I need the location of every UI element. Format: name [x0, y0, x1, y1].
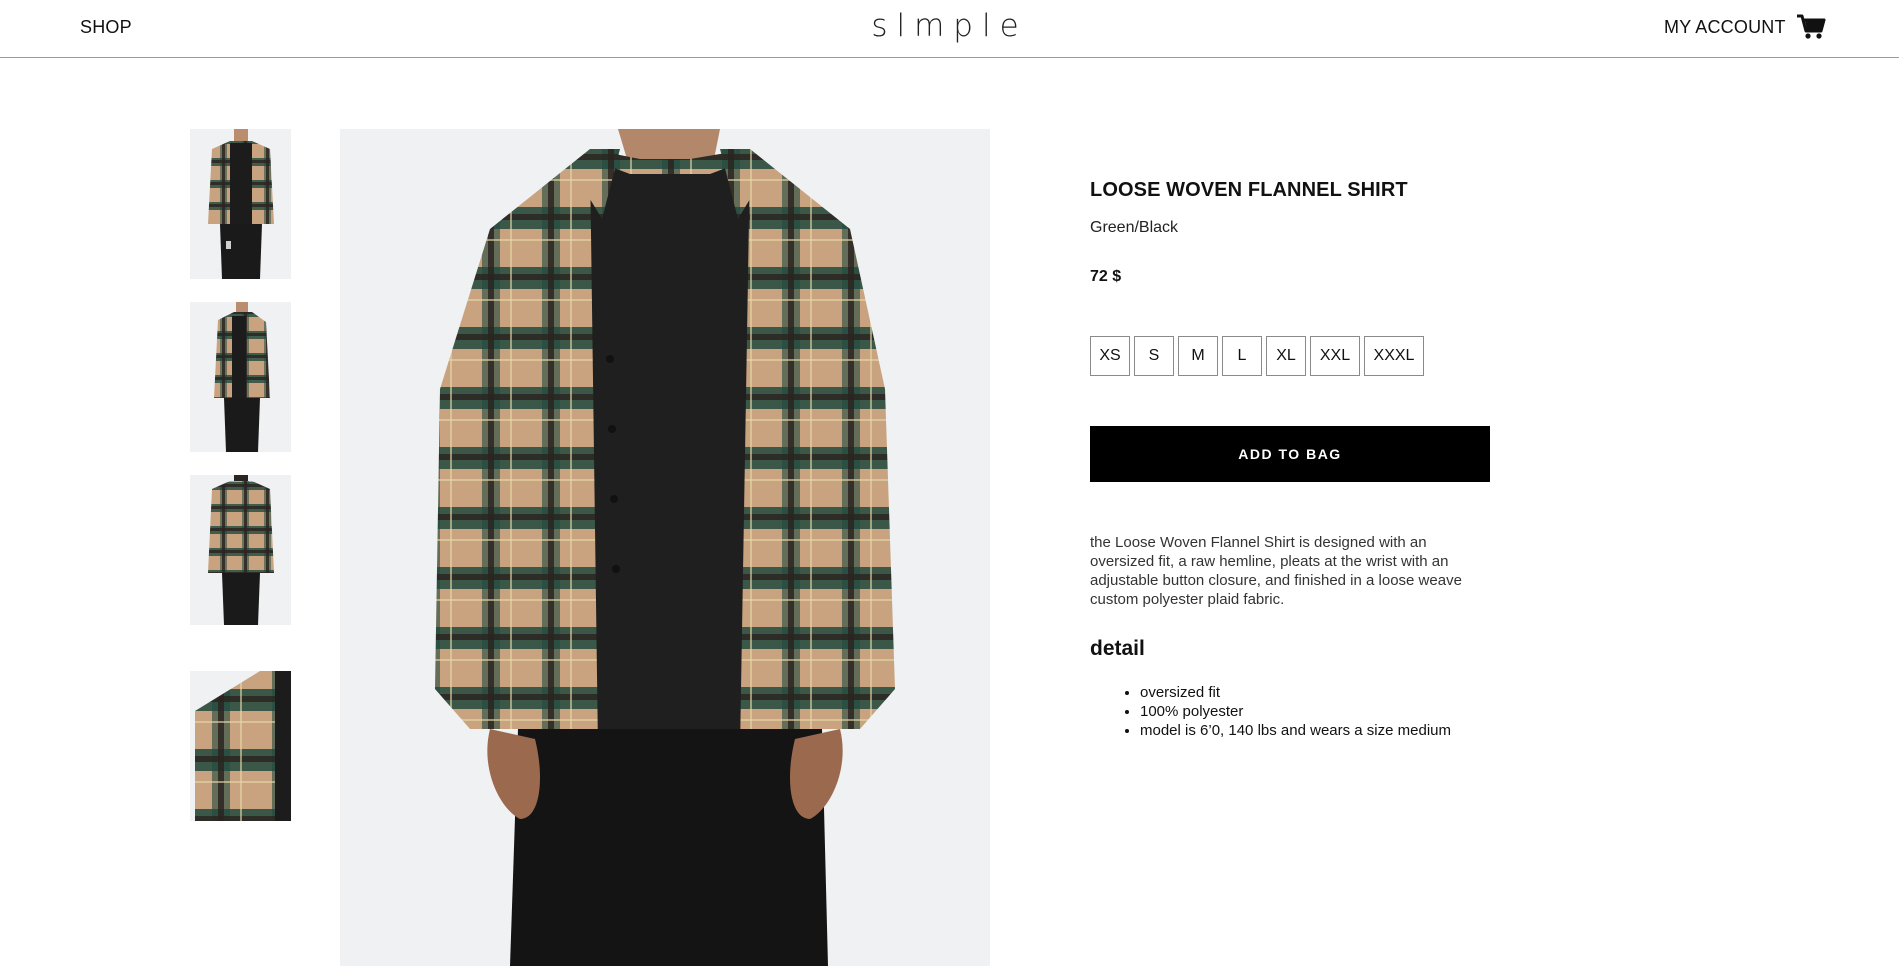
- product-description: the Loose Woven Flannel Shirt is designe…: [1090, 534, 1462, 608]
- site-header: SHOP slmple MY ACCOUNT: [0, 0, 1899, 58]
- detail-list: oversized fit 100% polyester model is 6’…: [1140, 683, 1451, 740]
- size-option-s[interactable]: S: [1134, 336, 1174, 376]
- shopping-cart-icon[interactable]: [1796, 13, 1826, 41]
- thumbnail-back[interactable]: [190, 475, 291, 625]
- main-product-image: [340, 129, 990, 966]
- site-logo[interactable]: slmple: [0, 8, 1899, 44]
- detail-heading: detail: [1090, 637, 1145, 660]
- product-color: Green/Black: [1090, 219, 1179, 236]
- detail-item: model is 6’0, 140 lbs and wears a size m…: [1140, 721, 1451, 740]
- thumbnail-side[interactable]: [190, 302, 291, 452]
- product-price: 72 $: [1090, 268, 1122, 285]
- size-option-xs[interactable]: XS: [1090, 336, 1130, 376]
- size-option-xl[interactable]: XL: [1266, 336, 1306, 376]
- detail-item: 100% polyester: [1140, 702, 1451, 721]
- size-option-m[interactable]: M: [1178, 336, 1218, 376]
- thumbnail-front[interactable]: [190, 129, 291, 279]
- product-title: LOOSE WOVEN FLANNEL SHIRT: [1090, 179, 1408, 201]
- thumbnail-detail[interactable]: [190, 671, 291, 821]
- add-to-bag-button[interactable]: ADD TO BAG: [1090, 426, 1490, 482]
- size-option-xxxl[interactable]: XXXL: [1364, 336, 1424, 376]
- nav-my-account-link[interactable]: MY ACCOUNT: [1664, 17, 1786, 38]
- size-option-l[interactable]: L: [1222, 336, 1262, 376]
- size-selector: XS S M L XL XXL XXXL: [1090, 336, 1424, 376]
- size-option-xxl[interactable]: XXL: [1310, 336, 1360, 376]
- detail-item: oversized fit: [1140, 683, 1451, 702]
